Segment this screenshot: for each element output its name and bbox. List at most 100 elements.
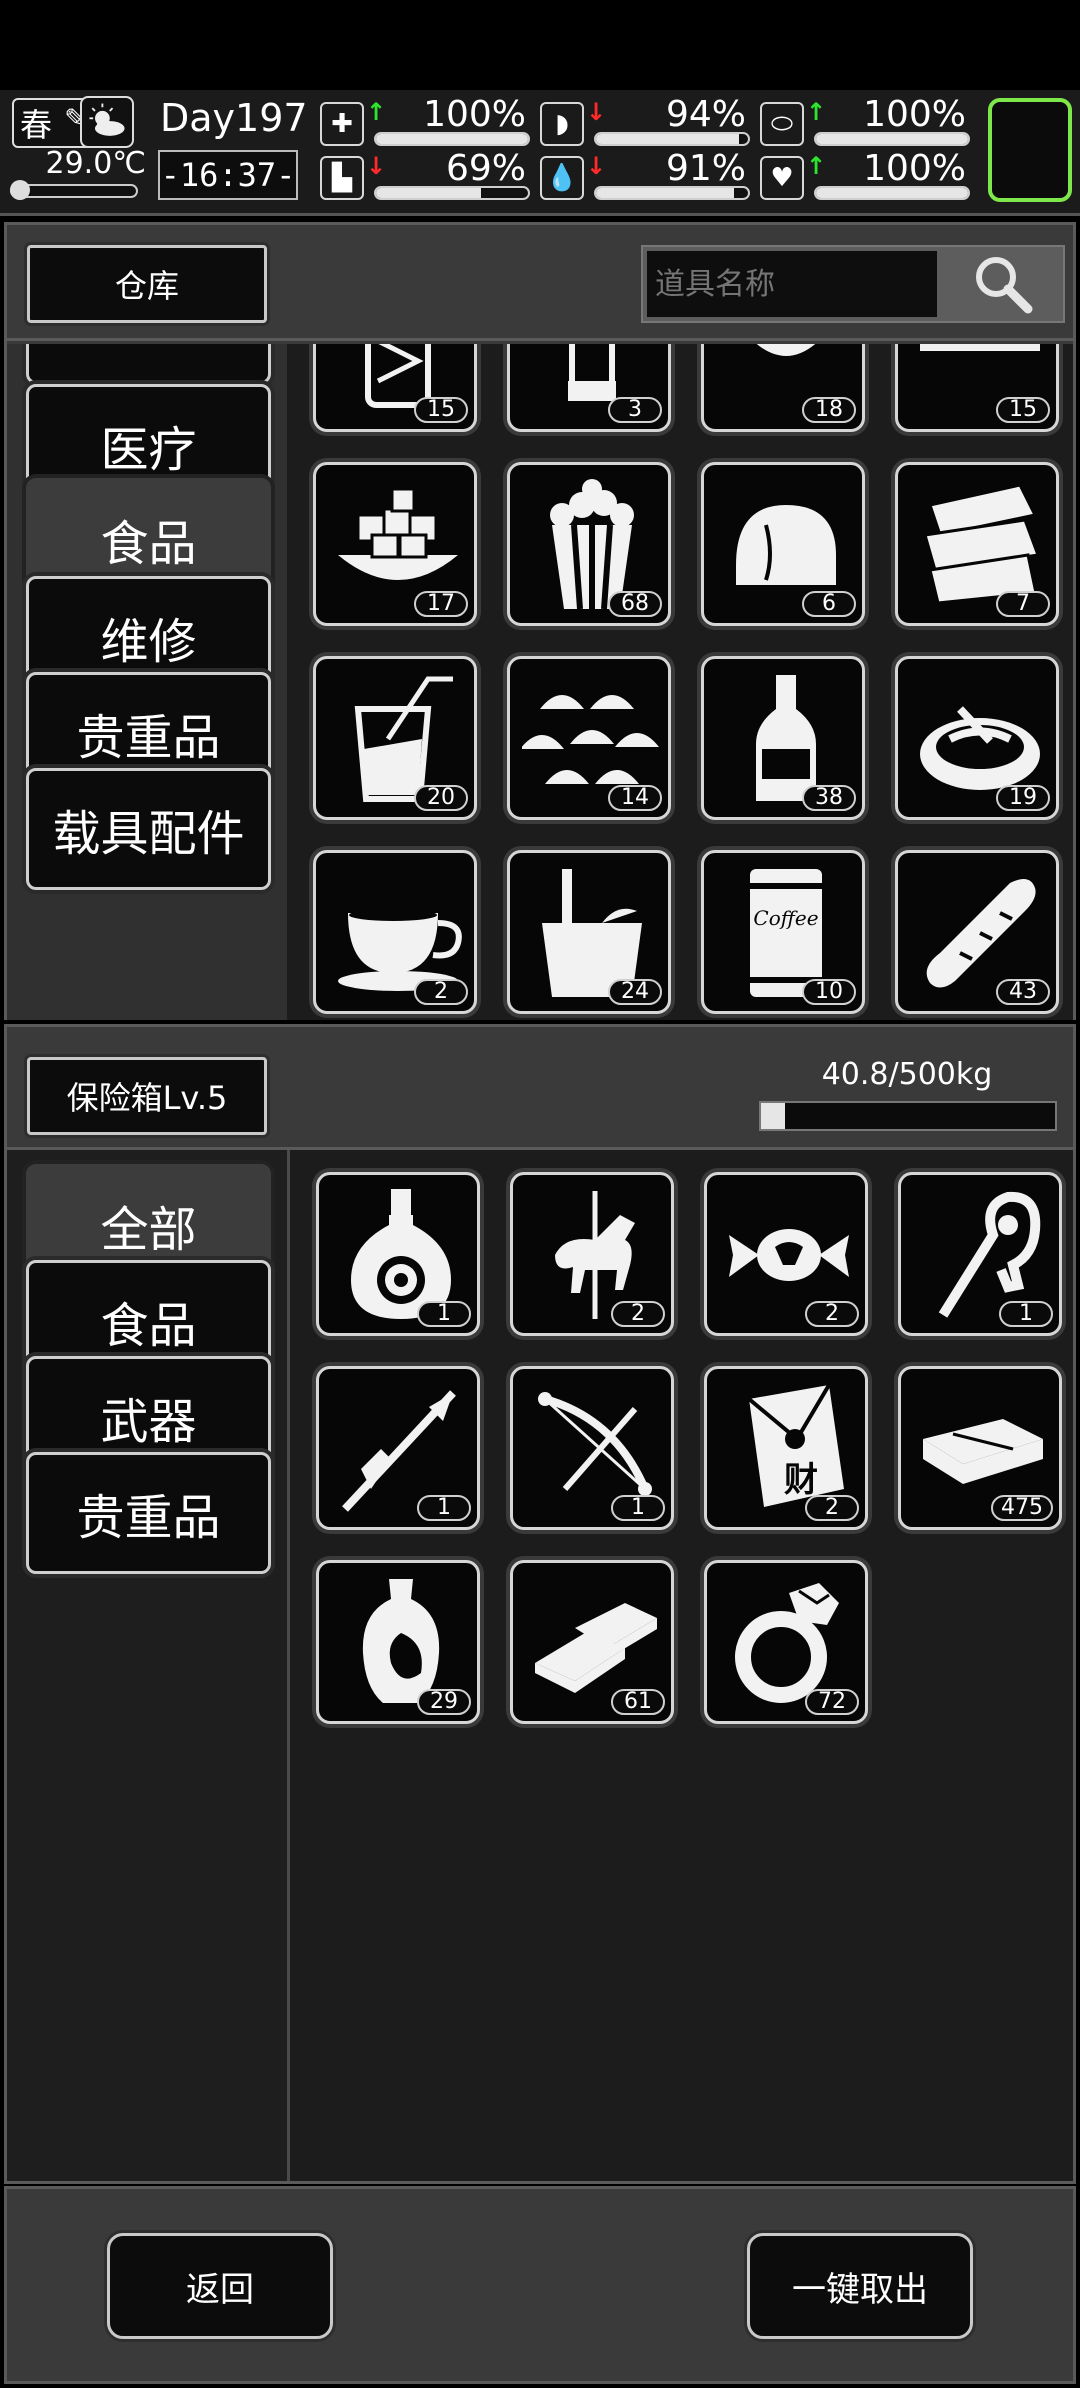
thermometer-bar xyxy=(10,180,138,200)
item-count-badge: 14 xyxy=(608,785,662,811)
warehouse-title-label: 仓库 xyxy=(114,267,179,305)
item-count-badge: 6 xyxy=(802,591,856,617)
pill-icon: ⬭ xyxy=(760,102,804,146)
item-count-badge: 29 xyxy=(417,1689,471,1715)
safe-item-slot[interactable]: 财2 xyxy=(704,1366,868,1530)
warehouse-category-list[interactable]: 医疗 食品 维修 贵重品 载具配件 xyxy=(7,344,287,1020)
warehouse-item-slot[interactable]: 68 xyxy=(507,462,671,626)
item-count-badge: 3 xyxy=(608,397,662,423)
category-label: 贵重品 xyxy=(76,710,221,766)
stat-water-drop: 💧 ↓ 91% xyxy=(540,148,760,204)
stat-bar xyxy=(374,132,530,146)
warehouse-item-slot[interactable]: 20 xyxy=(313,656,477,820)
back-button[interactable]: 返回 xyxy=(107,2233,333,2339)
item-count-badge: 7 xyxy=(996,591,1050,617)
warehouse-item-slot[interactable]: 14 xyxy=(507,656,671,820)
safe-item-grid[interactable]: 1 2 2 1 1 1 财 2 475 29 61 72 xyxy=(287,1150,1073,2181)
stat-value: 94% xyxy=(665,94,746,135)
item-count-badge: 2 xyxy=(611,1301,665,1327)
stat-stomach: ◗ ↓ 94% xyxy=(540,94,760,150)
stat-pill: ⬭ ↑ 100% xyxy=(760,94,980,150)
foot-icon: ▙ xyxy=(320,156,364,200)
safe-category-3[interactable]: 贵重品 xyxy=(26,1452,271,1574)
item-count-badge: 10 xyxy=(802,979,856,1005)
item-count-badge: 61 xyxy=(611,1689,665,1715)
warehouse-item-slot[interactable]: 2 xyxy=(313,850,477,1014)
warehouse-category-5[interactable]: 载具配件 xyxy=(26,768,271,890)
weather-icon xyxy=(80,96,134,148)
stat-bar xyxy=(814,186,970,200)
warehouse-item-slot[interactable]: 24 xyxy=(507,850,671,1014)
safe-item-slot[interactable]: 1 xyxy=(316,1172,480,1336)
svg-text:Coffee: Coffee xyxy=(753,906,818,930)
safe-item-slot[interactable]: 29 xyxy=(316,1560,480,1724)
safe-item-slot[interactable]: 61 xyxy=(510,1560,674,1724)
safe-item-slot[interactable]: 475 xyxy=(898,1366,1062,1530)
item-count-badge: 15 xyxy=(414,397,468,423)
stat-value: 100% xyxy=(863,94,966,135)
item-count-badge: 18 xyxy=(802,397,856,423)
safe-title: 保险箱Lv.5 xyxy=(27,1057,267,1135)
weight-bar xyxy=(759,1101,1057,1131)
warehouse-item-slot[interactable]: 18 xyxy=(701,344,865,432)
warehouse-title: 仓库 xyxy=(27,245,267,323)
item-count-badge: 72 xyxy=(805,1689,859,1715)
warehouse-item-slot[interactable]: 6 xyxy=(701,462,865,626)
warehouse-item-slot[interactable]: 3 xyxy=(507,344,671,432)
equipment-slot[interactable] xyxy=(988,98,1072,202)
warehouse-item-slot[interactable]: Coffee 10 xyxy=(701,850,865,1014)
item-count-badge: 38 xyxy=(802,785,856,811)
safe-item-slot[interactable]: 2 xyxy=(704,1172,868,1336)
envelope-text: 财 xyxy=(784,1460,818,1500)
search-box[interactable] xyxy=(641,245,1065,323)
stat-foot: ▙ ↓ 69% xyxy=(320,148,540,204)
category-label: 贵重品 xyxy=(76,1490,221,1546)
category-label: 医疗 xyxy=(100,422,197,478)
stat-value: 100% xyxy=(863,148,966,189)
temperature-label: 29.0℃ xyxy=(45,146,147,181)
warehouse-panel: 仓库 医疗食品维修贵重品载具配件 15 3 18 15 17 68 6 7 20 14 38 19 2 2… xyxy=(4,222,1076,1020)
back-button-label: 返回 xyxy=(186,2269,254,2310)
item-count-badge: 1 xyxy=(999,1301,1053,1327)
safe-item-slot[interactable]: 1 xyxy=(316,1366,480,1530)
warehouse-item-slot[interactable]: 19 xyxy=(895,656,1059,820)
stat-value: 91% xyxy=(665,148,746,189)
warehouse-item-slot[interactable]: 38 xyxy=(701,656,865,820)
item-count-badge: 24 xyxy=(608,979,662,1005)
category-label: 维修 xyxy=(100,614,197,670)
safe-category-list[interactable]: 全部 食品 武器 贵重品 xyxy=(7,1150,287,2181)
safe-item-slot[interactable]: 1 xyxy=(898,1172,1062,1336)
search-icon[interactable] xyxy=(943,247,1063,321)
search-input[interactable] xyxy=(647,251,937,317)
stat-value: 69% xyxy=(445,148,526,189)
stat-medkit: ✚ ↑ 100% xyxy=(320,94,540,150)
weight-label: 40.8/500kg xyxy=(821,1057,993,1092)
day-label: Day197 xyxy=(160,96,308,140)
item-count-badge: 15 xyxy=(996,397,1050,423)
season-label: 春 xyxy=(20,106,53,144)
warehouse-item-slot[interactable]: 15 xyxy=(313,344,477,432)
item-count-badge: 2 xyxy=(805,1495,859,1521)
weight-bar-fill xyxy=(761,1103,785,1129)
warehouse-item-slot[interactable]: 7 xyxy=(895,462,1059,626)
stat-value: 100% xyxy=(423,94,526,135)
warehouse-item-grid[interactable]: 15 3 18 15 17 68 6 7 20 14 38 19 2 24 Coffee 10 43 xyxy=(287,344,1073,1020)
water-drop-icon: 💧 xyxy=(540,156,584,200)
warehouse-category-0[interactable] xyxy=(26,344,271,384)
category-label: 食品 xyxy=(100,1298,197,1354)
item-count-badge: 2 xyxy=(805,1301,859,1327)
warehouse-item-slot[interactable]: 17 xyxy=(313,462,477,626)
stat-bar xyxy=(374,186,530,200)
take-all-button[interactable]: 一键取出 xyxy=(747,2233,973,2339)
safe-item-slot[interactable]: 1 xyxy=(510,1366,674,1530)
safe-item-slot[interactable]: 72 xyxy=(704,1560,868,1724)
warehouse-item-slot[interactable]: 15 xyxy=(895,344,1059,432)
warehouse-item-slot[interactable]: 43 xyxy=(895,850,1059,1014)
item-count-badge: 1 xyxy=(417,1495,471,1521)
safe-item-slot[interactable]: 2 xyxy=(510,1172,674,1336)
stat-bar xyxy=(594,186,750,200)
game-screen: 春 ✎ 29.0℃ Day197 -16:37- ✚ ↑ 100% ◗ ↓ 94% ⬭ ↑ 10… xyxy=(0,0,1080,2388)
take-all-button-label: 一键取出 xyxy=(792,2269,928,2310)
item-count-badge: 1 xyxy=(417,1301,471,1327)
stat-heart: ♥ ↑ 100% xyxy=(760,148,980,204)
